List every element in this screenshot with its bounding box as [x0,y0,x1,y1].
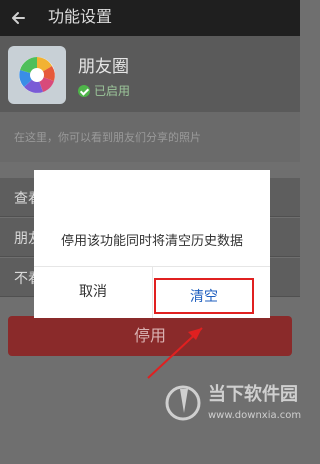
top-bar: 功能设置 [0,0,300,36]
page-title: 功能设置 [48,7,113,26]
watermark-url: www.downxia.com [208,410,302,421]
watermark-title: 当下软件园 [208,384,298,405]
cancel-button[interactable]: 取消 [34,268,152,318]
watermark-logo [165,385,201,421]
confirm-dialog: 停用该功能同时将清空历史数据 取消 清空 [34,170,270,318]
clear-button[interactable]: 清空 [154,278,254,314]
description-text: 在这里，你可以看到朋友们分享的照片 [14,131,201,144]
dialog-button-divider [152,266,153,318]
annotation-arrow [147,327,203,379]
app-name: 朋友圈 [78,57,129,77]
watermark: 当下软件园 www.downxia.com [160,380,302,460]
moments-app-icon [8,46,66,104]
app-header: 朋友圈 已启用 [0,36,300,112]
back-arrow-icon[interactable] [10,8,30,28]
status-badge: 已启用 [78,82,130,99]
check-icon [78,84,90,97]
description-section: 在这里，你可以看到朋友们分享的照片 [0,112,300,162]
dialog-message: 停用该功能同时将清空历史数据 [60,234,243,249]
status-text: 已启用 [94,84,131,98]
